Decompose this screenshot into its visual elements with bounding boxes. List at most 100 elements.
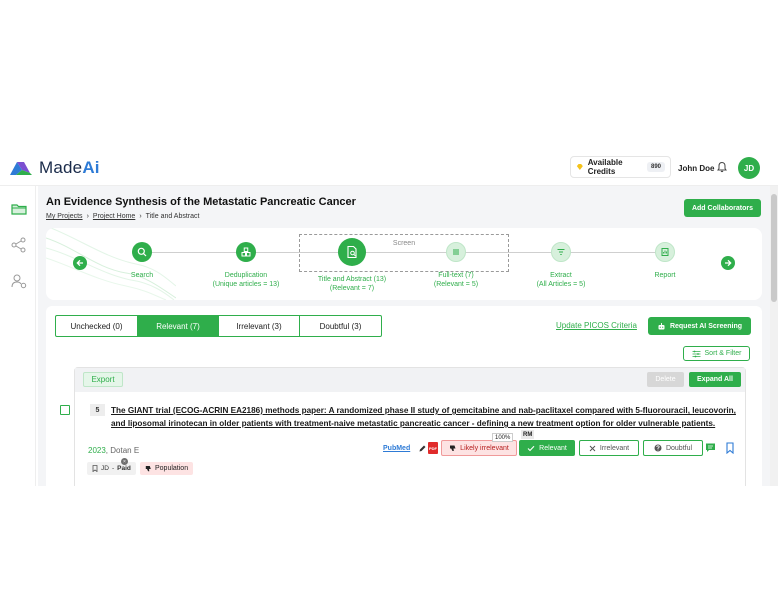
bell-icon[interactable] xyxy=(716,161,728,173)
article-author: Dotan E xyxy=(110,446,140,455)
sort-filter-button[interactable]: Sort & Filter xyxy=(683,346,750,361)
breadcrumb-current: Title and Abstract xyxy=(145,213,200,220)
doubtful-label: Doubtful xyxy=(665,444,693,452)
sort-filter-label: Sort & Filter xyxy=(704,350,742,357)
user-tag[interactable]: JD - Paid xyxy=(87,462,136,475)
user-settings-icon[interactable] xyxy=(10,272,28,290)
step-title-abstract[interactable]: Title and Abstract (13) (Relevant = 7) xyxy=(302,238,402,293)
tab-irrelevant[interactable]: Irrelevant (3) xyxy=(219,316,300,336)
step-extract[interactable]: Extract (All Articles = 5) xyxy=(511,242,611,289)
chevron-right-icon: › xyxy=(139,213,142,220)
thumbs-down-icon xyxy=(450,445,456,451)
check-icon xyxy=(527,445,535,451)
report-step-circle xyxy=(655,242,675,262)
report-icon xyxy=(661,248,669,256)
article-title[interactable]: The GIANT trial (ECOG-ACRIN EA2186) meth… xyxy=(111,404,739,430)
ai-confidence-badge: 100% xyxy=(492,433,514,442)
add-collaborators-button[interactable]: Add Collaborators xyxy=(684,199,761,217)
article-number: 5 xyxy=(90,404,105,416)
stepper-prev-button[interactable] xyxy=(73,256,87,270)
request-ai-screening-button[interactable]: Request AI Screening xyxy=(648,317,751,335)
search-step-circle xyxy=(132,242,152,262)
avatar[interactable]: JD xyxy=(738,157,760,179)
user-name[interactable]: John Doe xyxy=(678,164,714,173)
ai-prediction-label: Likely irrelevant xyxy=(460,444,509,452)
scrollbar[interactable] xyxy=(770,186,778,486)
share-icon[interactable] xyxy=(10,236,28,254)
comment-icon[interactable] xyxy=(705,442,716,453)
top-bar: MadeAi Available Credits 890 John Doe JD xyxy=(0,150,778,186)
article-year: 2023 xyxy=(88,446,106,455)
list-toolbar: Export Delete Expand All xyxy=(75,368,745,392)
step-extract-sub: (All Articles = 5) xyxy=(536,281,586,288)
mark-irrelevant-button[interactable]: Irrelevant xyxy=(579,440,639,456)
logo-text: MadeAi xyxy=(39,158,100,177)
extract-step-circle xyxy=(551,242,571,262)
thumbs-down-icon xyxy=(145,466,151,472)
pencil-icon[interactable] xyxy=(418,444,427,453)
reviewer-initials-badge: RM xyxy=(521,430,535,439)
breadcrumb-project-home[interactable]: Project Home xyxy=(93,213,135,220)
mark-relevant-button[interactable]: Relevant xyxy=(519,440,575,456)
pdf-icon[interactable]: PDF xyxy=(428,442,438,454)
logo[interactable]: MadeAi xyxy=(8,158,100,178)
step-deduplication-label: Deduplication xyxy=(224,272,268,279)
chevron-right-icon: › xyxy=(86,213,89,220)
pubmed-link[interactable]: PubMed xyxy=(383,445,410,452)
criteria-tag-label: Population xyxy=(155,465,189,472)
sliders-icon xyxy=(692,350,701,357)
search-icon xyxy=(137,247,147,257)
status-tabs: Unchecked (0) Relevant (7) Irrelevant (3… xyxy=(55,315,382,337)
step-full-text[interactable]: Full-text (7) (Relevant = 5) xyxy=(406,242,506,289)
step-title-abstract-label: Title and Abstract (13) xyxy=(317,276,387,283)
tab-unchecked[interactable]: Unchecked (0) xyxy=(56,316,138,336)
relevant-label: Relevant xyxy=(539,444,567,452)
ai-prediction-badge: Likely irrelevant xyxy=(441,440,517,456)
available-credits[interactable]: Available Credits 890 xyxy=(570,156,671,178)
full-text-step-circle xyxy=(446,242,466,262)
breadcrumb-my-projects[interactable]: My Projects xyxy=(46,213,83,220)
user-tag-label: Paid xyxy=(117,465,131,472)
remove-tag-icon[interactable]: × xyxy=(121,458,128,465)
user-tag-separator: - xyxy=(111,465,115,472)
folder-icon[interactable] xyxy=(10,200,28,218)
expand-all-button[interactable]: Expand All xyxy=(689,372,741,387)
export-button[interactable]: Export xyxy=(83,372,123,387)
step-deduplication-sub: (Unique articles = 13) xyxy=(212,281,280,288)
scrollbar-thumb[interactable] xyxy=(771,194,777,302)
left-rail xyxy=(0,186,36,486)
document-search-icon xyxy=(347,245,357,259)
workflow-stepper: Screen Search Deduplication (Unique arti… xyxy=(46,228,762,300)
user-tag-initials: JD xyxy=(101,465,109,472)
step-title-abstract-sub: (Relevant = 7) xyxy=(329,285,375,292)
article-checkbox[interactable] xyxy=(60,405,70,415)
tab-relevant[interactable]: Relevant (7) xyxy=(138,316,219,336)
bookmark-icon[interactable] xyxy=(725,442,735,454)
deduplication-step-circle xyxy=(236,242,256,262)
step-full-text-label: Full-text (7) xyxy=(438,272,474,279)
stepper-next-button[interactable] xyxy=(721,256,735,270)
update-picos-link[interactable]: Update PICOS Criteria xyxy=(556,321,637,330)
step-search-label: Search xyxy=(130,272,154,279)
step-full-text-sub: (Relevant = 5) xyxy=(433,281,479,288)
list-icon xyxy=(453,249,459,255)
main-content: An Evidence Synthesis of the Metastatic … xyxy=(38,186,770,486)
app-window: MadeAi Available Credits 890 John Doe JD xyxy=(0,150,778,486)
diamond-icon xyxy=(576,164,583,170)
step-search[interactable]: Search xyxy=(92,242,192,280)
close-icon xyxy=(589,445,596,451)
credits-count: 890 xyxy=(646,162,665,172)
tab-doubtful[interactable]: Doubtful (3) xyxy=(300,316,381,336)
title-abstract-step-circle xyxy=(338,238,366,266)
mark-doubtful-button[interactable]: Doubtful xyxy=(643,440,703,456)
delete-button[interactable]: Delete xyxy=(647,372,684,387)
criteria-tag: Population xyxy=(140,462,194,475)
step-deduplication[interactable]: Deduplication (Unique articles = 13) xyxy=(196,242,296,289)
credits-label: Available Credits xyxy=(587,158,623,176)
logo-mark-icon xyxy=(10,162,32,175)
tag-bookmark-icon xyxy=(92,465,98,472)
step-report[interactable]: Report xyxy=(615,242,715,280)
breadcrumb: My Projects › Project Home › Title and A… xyxy=(46,213,199,220)
arrow-right-icon xyxy=(725,259,732,267)
stack-icon xyxy=(241,247,251,257)
